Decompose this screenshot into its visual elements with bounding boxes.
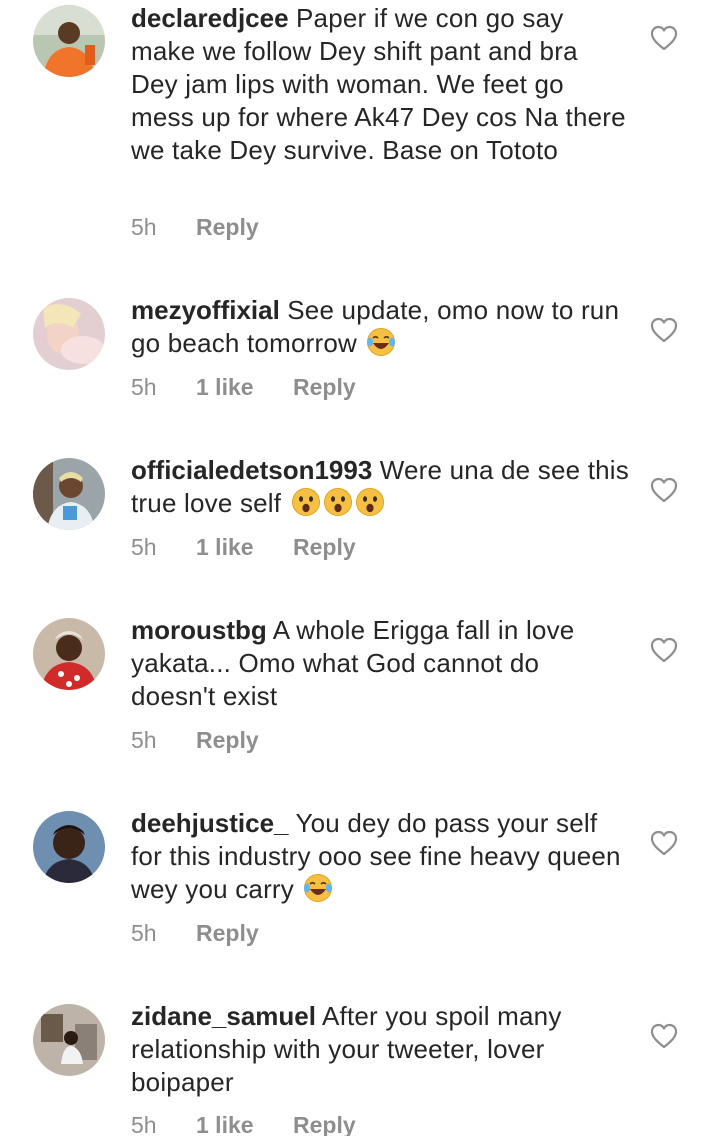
comment-meta: 5h Reply xyxy=(131,725,259,755)
comment-username[interactable]: mezyoffixial xyxy=(131,295,280,325)
comment-item: officialedetson1993 Were una de see this… xyxy=(0,440,720,600)
avatar[interactable] xyxy=(33,298,105,370)
comment-username[interactable]: deehjustice_ xyxy=(131,808,289,838)
comment-item: deehjustice_ You dey do pass your self f… xyxy=(0,793,720,986)
comment-meta: 5h 1 like Reply xyxy=(131,1110,356,1136)
reply-button[interactable]: Reply xyxy=(196,725,259,755)
comment-meta: 5h Reply xyxy=(131,918,259,948)
comment-text: mezyoffixial See update, omo now to run … xyxy=(131,294,631,360)
comment-timestamp: 5h xyxy=(131,1112,157,1136)
comment-timestamp: 5h xyxy=(131,727,157,753)
comment-likes[interactable]: 1 like xyxy=(196,372,293,402)
comment-text: officialedetson1993 Were una de see this… xyxy=(131,454,631,520)
reply-button[interactable]: Reply xyxy=(293,372,356,402)
avatar[interactable] xyxy=(33,458,105,530)
comment-timestamp: 5h xyxy=(131,214,157,240)
heart-outline-icon[interactable] xyxy=(650,317,678,343)
comment-username[interactable]: zidane_samuel xyxy=(131,1001,316,1031)
comment-username[interactable]: declaredjcee xyxy=(131,3,289,33)
comment-meta: 5h 1 like Reply xyxy=(131,532,356,562)
comment-likes[interactable]: 1 like xyxy=(196,1110,293,1136)
comment-item: zidane_samuel After you spoil many relat… xyxy=(0,986,720,1136)
reply-button[interactable]: Reply xyxy=(196,918,259,948)
heart-outline-icon[interactable] xyxy=(650,1023,678,1049)
comment-timestamp: 5h xyxy=(131,374,157,400)
comment-username[interactable]: moroustbg xyxy=(131,615,267,645)
astonished-face-emoji xyxy=(323,488,352,516)
comment-text: moroustbg A whole Erigga fall in love ya… xyxy=(131,614,631,713)
comment-timestamp: 5h xyxy=(131,534,157,560)
astonished-face-emoji xyxy=(291,488,320,516)
reply-button[interactable]: Reply xyxy=(293,532,356,562)
comment-likes[interactable]: 1 like xyxy=(196,532,293,562)
comment-text: zidane_samuel After you spoil many relat… xyxy=(131,1000,631,1099)
comment-text: declaredjcee Paper if we con go say make… xyxy=(131,2,631,167)
face-with-tears-of-joy-emoji xyxy=(367,328,396,356)
heart-outline-icon[interactable] xyxy=(650,477,678,503)
avatar[interactable] xyxy=(33,1004,105,1076)
comment-meta: 5h Reply xyxy=(131,212,259,242)
comment-list: declaredjcee Paper if we con go say make… xyxy=(0,0,720,1136)
comment-text: deehjustice_ You dey do pass your self f… xyxy=(131,807,631,906)
astonished-face-emoji xyxy=(355,488,384,516)
reply-button[interactable]: Reply xyxy=(293,1110,356,1136)
comment-meta: 5h 1 like Reply xyxy=(131,372,356,402)
comment-item: declaredjcee Paper if we con go say make… xyxy=(0,0,720,280)
comment-timestamp: 5h xyxy=(131,920,157,946)
avatar[interactable] xyxy=(33,618,105,690)
reply-button[interactable]: Reply xyxy=(196,212,259,242)
comment-item: moroustbg A whole Erigga fall in love ya… xyxy=(0,600,720,793)
comment-item: mezyoffixial See update, omo now to run … xyxy=(0,280,720,440)
heart-outline-icon[interactable] xyxy=(650,25,678,51)
face-with-tears-of-joy-emoji xyxy=(304,874,333,902)
heart-outline-icon[interactable] xyxy=(650,637,678,663)
comment-username[interactable]: officialedetson1993 xyxy=(131,455,372,485)
avatar[interactable] xyxy=(33,811,105,883)
avatar[interactable] xyxy=(33,5,105,77)
heart-outline-icon[interactable] xyxy=(650,830,678,856)
